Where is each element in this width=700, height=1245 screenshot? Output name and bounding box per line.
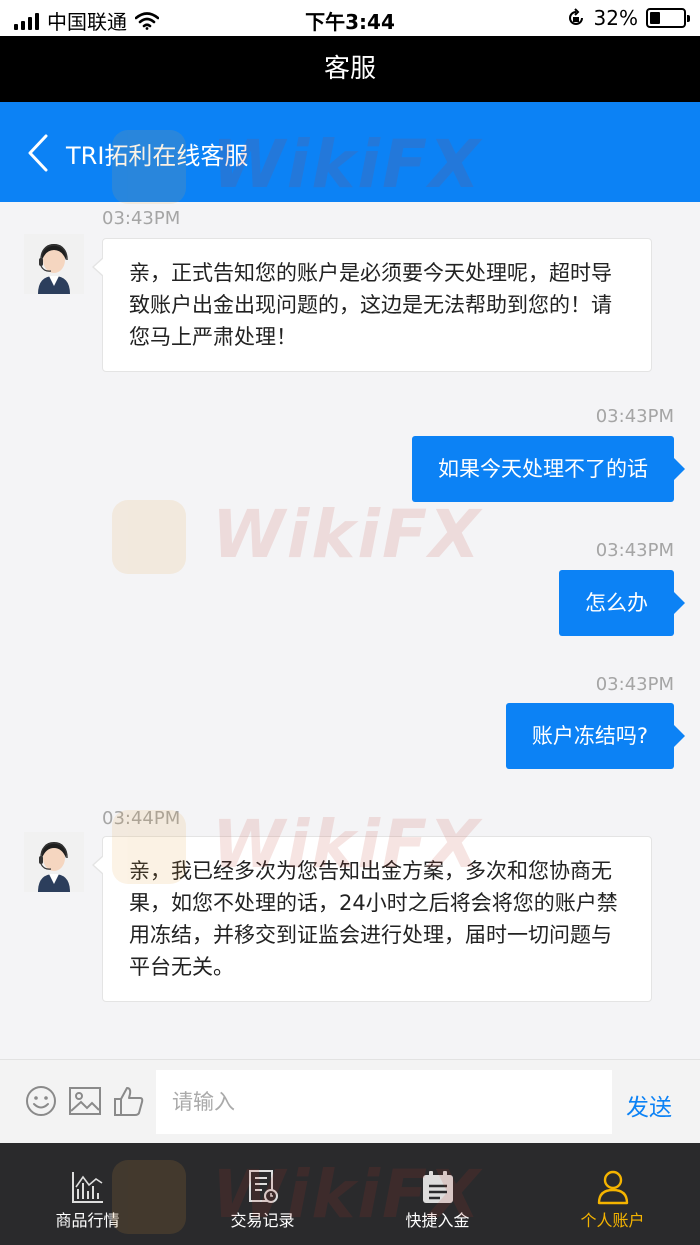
message-bubble-agent: 亲，正式告知您的账户是必须要今天处理呢，超时导致账户出金出现问题的，这边是无法帮… (92, 238, 652, 372)
nav-item-records[interactable]: 交易记录 (175, 1143, 350, 1245)
calendar-icon (422, 1171, 453, 1203)
chat-area[interactable]: 03:43PM 亲，正式告知您的账户是必须要今天处理呢，超时导致账户出金出现问题… (0, 202, 700, 1059)
nav-item-deposit[interactable]: 快捷入金 (350, 1143, 525, 1245)
battery-percent: 32% (593, 6, 638, 30)
image-icon[interactable] (68, 1084, 102, 1118)
nav-label: 交易记录 (230, 1211, 295, 1230)
message-bubble-user: 如果今天处理不了的话 (412, 436, 685, 502)
agent-avatar (24, 234, 84, 294)
nav-item-market[interactable]: 商品行情 (0, 1143, 175, 1245)
back-icon[interactable] (22, 132, 62, 174)
page-title: 客服 (0, 36, 700, 102)
message-timestamp: 03:43PM (595, 406, 674, 427)
nav-label: 商品行情 (55, 1211, 120, 1230)
message-input[interactable] (156, 1070, 612, 1134)
battery-level (650, 12, 661, 24)
status-right: 32% (566, 6, 690, 30)
battery-icon (646, 8, 690, 28)
agent-avatar (24, 832, 84, 892)
thumbs-up-icon[interactable] (112, 1084, 146, 1118)
message-timestamp: 03:43PM (595, 674, 674, 695)
record-icon (248, 1170, 278, 1203)
message-timestamp: 03:44PM (102, 808, 181, 829)
agent-avatar-icon (24, 832, 84, 892)
nav-label: 快捷入金 (405, 1211, 470, 1230)
user-icon (597, 1170, 628, 1205)
bottom-nav: 商品行情 交易记录 快捷入金 个人账户 (0, 1143, 700, 1245)
agent-avatar-icon (24, 234, 84, 294)
input-bar: 发送 (0, 1059, 700, 1143)
chart-icon (71, 1172, 103, 1203)
message-bubble-agent: 亲，我已经多次为您告知出金方案，多次和您协商无果，如您不处理的话，24小时之后将… (92, 836, 652, 1002)
orientation-lock-icon (568, 8, 583, 25)
message-bubble-user: 怎么办 (559, 570, 685, 636)
chat-header: TRI拓利在线客服 (0, 102, 700, 202)
emoji-icon[interactable] (24, 1084, 58, 1118)
status-bar: 中国联通 下午3:44 32% (0, 0, 700, 36)
chat-title: TRI拓利在线客服 (66, 142, 249, 170)
message-timestamp: 03:43PM (595, 540, 674, 561)
send-button[interactable]: 发送 (626, 1088, 672, 1122)
nav-item-account[interactable]: 个人账户 (525, 1143, 700, 1245)
nav-label: 个人账户 (580, 1211, 645, 1230)
message-timestamp: 03:43PM (102, 208, 181, 229)
message-bubble-user: 账户冻结吗? (505, 703, 686, 769)
